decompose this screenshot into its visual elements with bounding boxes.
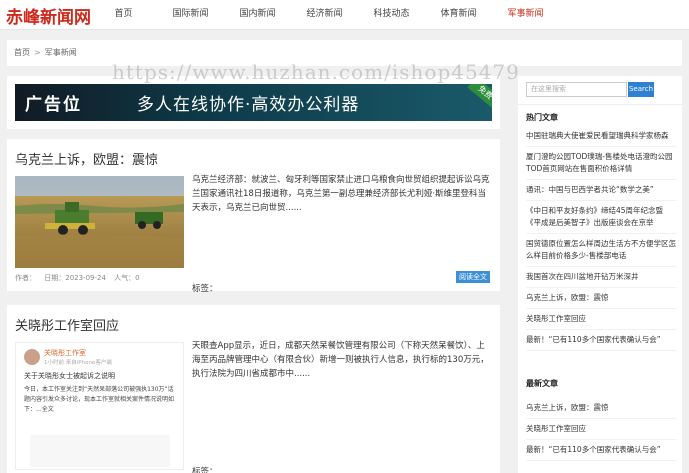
read-more-button[interactable]: 阅读全文 — [456, 271, 490, 283]
hot-article-item[interactable]: 通讯：中国与巴西学者共论“数学之美” — [526, 180, 676, 201]
ad-slogan: 多人在线协作·高效办公利器 — [137, 95, 360, 115]
harvester-image — [15, 176, 184, 268]
article-tags: 标签： — [192, 467, 218, 473]
main-nav: 首页 国际新闻 国内新闻 经济新闻 科技动态 体育新闻 军事新闻 — [90, 0, 559, 30]
weibo-headline: 关于关晓彤女士被起诉之说明 — [24, 372, 115, 380]
hot-article-item[interactable]: 关晓彤工作室回应 — [526, 309, 676, 330]
latest-articles-heading: 最新文章 — [526, 379, 558, 388]
search-button[interactable]: Search — [628, 82, 654, 97]
article-title[interactable]: 关晓彤工作室回应 — [15, 315, 119, 334]
article-meta: 作者： 日期：2023-09-24 人气：0 — [15, 273, 146, 283]
latest-articles-list: 乌克兰上诉，欧盟：震惊 关晓彤工作室回应 最新！“已有110多个国家代表确认与会… — [526, 398, 676, 461]
breadcrumb-separator: > — [34, 48, 41, 57]
article-author: 作者： — [15, 274, 36, 282]
weibo-time: 1小时前 来自iPhone客户端 — [44, 360, 112, 366]
breadcrumb-current[interactable]: 军事新闻 — [45, 48, 77, 57]
hot-article-item[interactable]: 最新！“已有110多个国家代表确认与会” — [526, 330, 676, 351]
weibo-name: 关晓彤工作室 — [44, 349, 86, 357]
breadcrumb-home[interactable]: 首页 — [14, 48, 30, 57]
article-thumbnail-harvester[interactable] — [15, 176, 184, 268]
article-card: 乌克兰上诉，欧盟：震惊 乌克兰经济部：就波兰、匈牙利等国家禁止进口乌粮食向世贸组… — [7, 139, 500, 294]
avatar — [24, 349, 40, 365]
weibo-image-preview — [30, 435, 170, 467]
article-tags: 标签： — [192, 284, 218, 294]
weibo-body: 今日，本工作室关注到“天然呆部落公司被强执130万”话题内容引发众多讨论，现本工… — [24, 386, 175, 413]
article-title[interactable]: 乌克兰上诉，欧盟：震惊 — [15, 149, 158, 168]
article-summary: 乌克兰经济部：就波兰、匈牙利等国家禁止进口乌粮食向世贸组织提起诉讼乌克兰国家通讯… — [192, 175, 490, 213]
article-summary: 天眼查App显示，近日，成都天然呆餐饮管理有限公司（下称天然呆餐饮）、上海至丙品… — [192, 341, 489, 379]
latest-article-item[interactable]: 关晓彤工作室回应 — [526, 419, 676, 440]
article-card: 关晓彤工作室回应 关晓彤工作室 1小时前 来自iPhone客户端 关于关晓彤女士… — [7, 305, 500, 473]
sidebar: 在这里搜索 Search 热门文章 中国驻瑞典大使崔爱民看望瑞典科学家杨森 厦门… — [518, 76, 682, 473]
breadcrumb: 首页 > 军事新闻 — [7, 40, 682, 66]
article-thumbnail-weibo[interactable]: 关晓彤工作室 1小时前 来自iPhone客户端 关于关晓彤女士被起诉之说明 今日… — [15, 342, 184, 470]
hot-articles-list: 中国驻瑞典大使崔爱民看望瑞典科学家杨森 厦门澄昀公园TOD璞瑞-售楼处电话澄昀公… — [526, 126, 676, 351]
ad-container: 广告位 多人在线协作·高效办公利器 免费 — [7, 76, 500, 129]
divider — [518, 104, 682, 105]
hot-article-item[interactable]: 《中日和平友好条约》缔结45周年纪念暨《平成是后美智子》出版座谈会在京举 — [526, 201, 676, 234]
top-navigation-bar: 赤峰新闻网 首页 国际新闻 国内新闻 经济新闻 科技动态 体育新闻 军事新闻 — [0, 0, 689, 30]
latest-article-item[interactable]: 乌克兰上诉，欧盟：震惊 — [526, 398, 676, 419]
article-date: 日期：2023-09-24 — [44, 274, 106, 282]
latest-article-item[interactable]: 最新！“已有110多个国家代表确认与会” — [526, 440, 676, 461]
article-views: 人气：0 — [114, 274, 140, 282]
site-logo[interactable]: 赤峰新闻网 — [6, 3, 91, 28]
hot-articles-heading: 热门文章 — [526, 113, 558, 122]
ad-banner[interactable]: 广告位 多人在线协作·高效办公利器 免费 — [15, 84, 492, 121]
nav-item-tech[interactable]: 科技动态 — [358, 0, 425, 30]
nav-item-home[interactable]: 首页 — [90, 0, 157, 30]
hot-article-item[interactable]: 厦门澄昀公园TOD璞瑞-售楼处电话澄昀公园TOD首页网站在售面积价格详情 — [526, 147, 676, 180]
ad-corner-badge: 免费 — [467, 84, 492, 110]
nav-item-economy[interactable]: 经济新闻 — [291, 0, 358, 30]
hot-article-item[interactable]: 中国驻瑞典大使崔爱民看望瑞典科学家杨森 — [526, 126, 676, 147]
search-input[interactable]: 在这里搜索 — [526, 82, 627, 97]
hot-article-item[interactable]: 国贸德原位置怎么样周边生活方不方便学区怎么样目前价格多少-售楼部电话 — [526, 234, 676, 267]
hot-article-item[interactable]: 乌克兰上诉，欧盟：震惊 — [526, 288, 676, 309]
nav-item-military[interactable]: 军事新闻 — [492, 0, 559, 30]
nav-item-international[interactable]: 国际新闻 — [157, 0, 224, 30]
nav-item-domestic[interactable]: 国内新闻 — [224, 0, 291, 30]
nav-item-sports[interactable]: 体育新闻 — [425, 0, 492, 30]
hot-article-item[interactable]: 我国首次在四川盆地开钻万米深井 — [526, 267, 676, 288]
ad-tag: 广告位 — [25, 95, 82, 115]
